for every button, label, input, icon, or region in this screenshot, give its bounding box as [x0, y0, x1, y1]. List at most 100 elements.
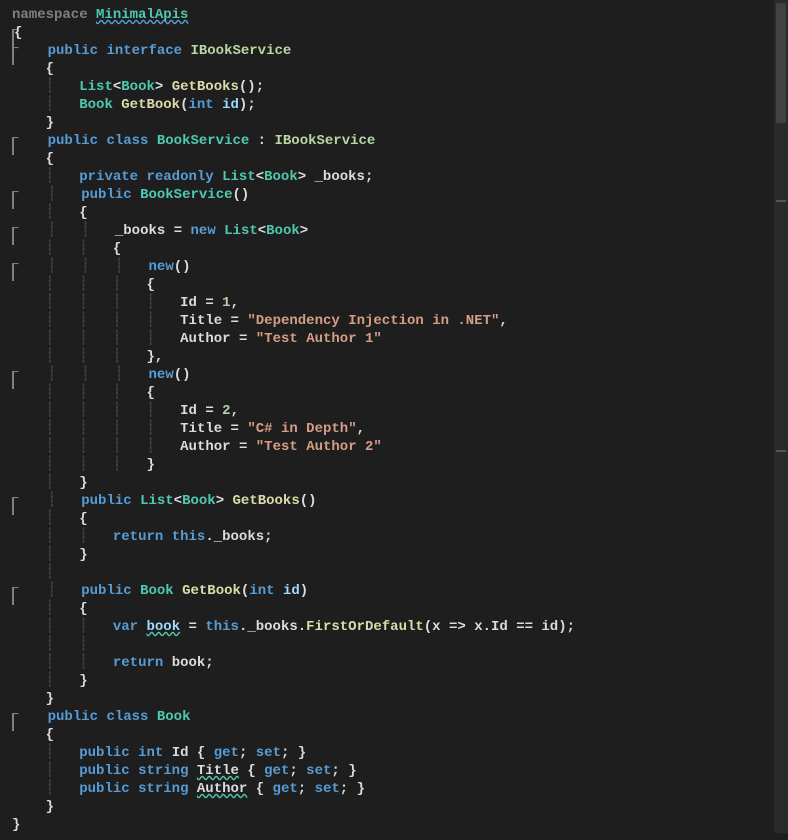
code-line[interactable]: ┊ public int Id { get; set; }	[0, 744, 788, 762]
code-line[interactable]: ┊ ┊ return this._books;	[0, 528, 788, 546]
type: Book	[264, 169, 298, 185]
code-line[interactable]: ┊ ┊ ┊ {	[0, 384, 788, 402]
code-line[interactable]: ┊ List<Book> GetBooks();	[0, 78, 788, 96]
param: id	[283, 583, 300, 599]
code-line[interactable]: {	[0, 150, 788, 168]
method: FirstOrDefault	[306, 619, 424, 635]
brace: }	[46, 799, 54, 815]
field: _books	[115, 223, 165, 239]
code-line[interactable]: ┊ ┊ ┊ new()	[0, 258, 788, 276]
keyword: readonly	[146, 169, 213, 185]
punct: >	[300, 223, 308, 239]
keyword: set	[315, 781, 340, 797]
code-line[interactable]: namespace MinimalApis	[0, 6, 788, 24]
punct: )	[300, 583, 308, 599]
code-line[interactable]: ┊ ┊ {	[0, 240, 788, 258]
code-line[interactable]: ┊ ┊ ┊ }	[0, 456, 788, 474]
vertical-scrollbar[interactable]	[774, 0, 788, 833]
code-editor[interactable]: namespace MinimalApis { public interface…	[0, 0, 788, 840]
code-line[interactable]: ┊ ┊ ┊ ┊ Author = "Test Author 1"	[0, 330, 788, 348]
op: =	[197, 403, 222, 419]
code-line[interactable]: ┊ ┊ ┊ ┊ Id = 2,	[0, 402, 788, 420]
code-line[interactable]: ┊ ┊ _books = new List<Book>	[0, 222, 788, 240]
brace: {	[46, 61, 54, 77]
code-line[interactable]: ┊ {	[0, 204, 788, 222]
code-line[interactable]: {	[0, 726, 788, 744]
code-line[interactable]: ┊ ┊ ┊ ┊ Title = "C# in Depth",	[0, 420, 788, 438]
code-line[interactable]: ┊ ┊	[0, 636, 788, 654]
code-line[interactable]: ┊ {	[0, 510, 788, 528]
code-line[interactable]: }	[0, 816, 788, 834]
op: =	[197, 295, 222, 311]
code-line[interactable]: ┊ ┊ return book;	[0, 654, 788, 672]
code-line[interactable]: {	[0, 60, 788, 78]
punct: ;	[289, 763, 306, 779]
code-line[interactable]: ┊ }	[0, 546, 788, 564]
code-line[interactable]: ┊ ┊ ┊ ┊ Author = "Test Author 2"	[0, 438, 788, 456]
keyword: private	[79, 169, 138, 185]
prop: Id	[180, 403, 197, 419]
keyword: var	[113, 619, 138, 635]
punct: ()	[174, 367, 191, 383]
type: Book	[121, 79, 155, 95]
punct: );	[239, 97, 256, 113]
op: =	[231, 439, 256, 455]
ctor: BookService	[140, 187, 232, 203]
scrollbar-mark	[776, 450, 786, 452]
op: =	[165, 223, 190, 239]
code-line[interactable]: ┊ ┊ ┊ ┊ Title = "Dependency Injection in…	[0, 312, 788, 330]
punct: ()	[174, 259, 191, 275]
field: ._books;	[205, 529, 272, 545]
punct: ();	[239, 79, 264, 95]
code-line[interactable]: public class BookService : IBookService	[0, 132, 788, 150]
punct: ;	[298, 781, 315, 797]
code-line[interactable]: ┊ }	[0, 672, 788, 690]
type: Book	[140, 583, 174, 599]
code-line[interactable]: }	[0, 798, 788, 816]
punct: ,	[357, 421, 365, 437]
code-line[interactable]: }	[0, 114, 788, 132]
code-line[interactable]: ┊ ┊ ┊ },	[0, 348, 788, 366]
code-line[interactable]: ┊ ┊ ┊ {	[0, 276, 788, 294]
code-line[interactable]: ┊	[0, 564, 788, 582]
code-line[interactable]: ┊ }	[0, 474, 788, 492]
code-line[interactable]: public class Book	[0, 708, 788, 726]
keyword: this	[205, 619, 239, 635]
keyword: new	[149, 367, 174, 383]
code-line[interactable]: ┊ public string Title { get; set; }	[0, 762, 788, 780]
code-line[interactable]: ┊ ┊ ┊ ┊ Id = 1,	[0, 294, 788, 312]
code-line[interactable]: ┊ public List<Book> GetBooks()	[0, 492, 788, 510]
keyword: get	[214, 745, 239, 761]
prop: Id	[180, 295, 197, 311]
code-line[interactable]: ┊ ┊ ┊ new()	[0, 366, 788, 384]
method: GetBook	[182, 583, 241, 599]
code-line[interactable]: ┊ private readonly List<Book> _books;	[0, 168, 788, 186]
op: =	[222, 313, 247, 329]
type: List	[224, 223, 258, 239]
keyword-namespace: namespace	[12, 7, 88, 23]
brace: {	[14, 25, 22, 41]
local: book	[147, 619, 181, 635]
scrollbar-thumb[interactable]	[776, 3, 786, 123]
code-line[interactable]: ┊ public BookService()	[0, 186, 788, 204]
brace: }	[79, 673, 87, 689]
lambda: (x => x.Id == id);	[424, 619, 575, 635]
keyword: return	[113, 655, 163, 671]
keyword: public	[79, 745, 129, 761]
brace: },	[147, 349, 164, 365]
op: =	[231, 331, 256, 347]
code-line[interactable]: ┊ Book GetBook(int id);	[0, 96, 788, 114]
code-line[interactable]: ┊ public string Author { get; set; }	[0, 780, 788, 798]
code-line[interactable]: ┊ {	[0, 600, 788, 618]
code-line[interactable]: {	[0, 24, 788, 42]
method: GetBooks	[233, 493, 300, 509]
code-line[interactable]: }	[0, 690, 788, 708]
punct: {	[239, 763, 264, 779]
keyword: int	[249, 583, 274, 599]
code-line[interactable]: ┊ ┊ var book = this._books.FirstOrDefaul…	[0, 618, 788, 636]
code-line[interactable]: public interface IBookService	[0, 42, 788, 60]
brace: }	[46, 115, 54, 131]
prop: Author	[197, 781, 247, 797]
code-line[interactable]: ┊ public Book GetBook(int id)	[0, 582, 788, 600]
punct: ()	[300, 493, 317, 509]
